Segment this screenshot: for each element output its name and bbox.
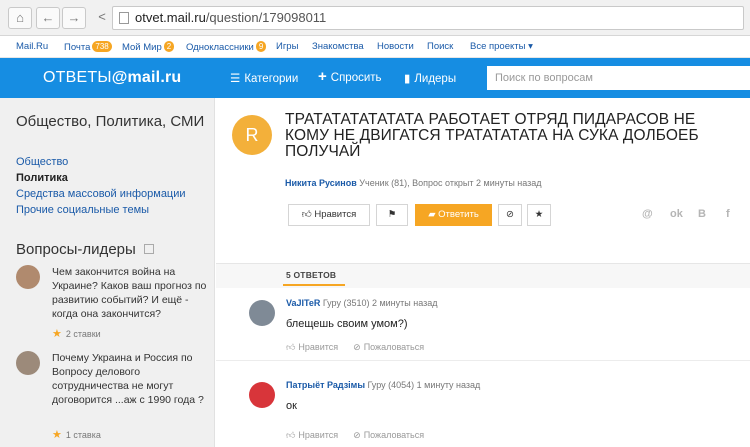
portal-bar: Mail.Ru Почта 738 Мой Мир 2 Одноклассники 9… xyxy=(0,36,750,58)
question-main: R ТРАТАТАТАТАТАТА РАБОТАЕТ ОТРЯД ПИДАРАС… xyxy=(216,98,750,447)
portal-item-all-projects[interactable]: Все проекты ▾ xyxy=(470,41,533,52)
divider xyxy=(216,360,750,361)
site-header: ОТВЕТЫ@mail.ru ☰ Категории + Спросить ▮ Лид… xyxy=(0,58,750,98)
site-logo[interactable]: ОТВЕТЫ@mail.ru xyxy=(43,69,181,87)
portal-item-mail[interactable]: Почта 738 xyxy=(64,41,112,53)
address-bar[interactable]: otvet.mail.ru/question/179098011 xyxy=(112,6,744,30)
star-icon: ★ xyxy=(534,209,544,220)
avatar[interactable] xyxy=(249,300,275,326)
sidebar-link-other-social[interactable]: Прочие социальные темы xyxy=(16,204,149,216)
question-author-avatar[interactable]: R xyxy=(232,115,272,155)
portal-item-news[interactable]: Новости xyxy=(377,41,414,52)
answer-complain-button[interactable]: ⊘ Пожаловаться xyxy=(353,430,424,440)
page-icon xyxy=(119,12,129,24)
sidebar-link-politics[interactable]: Политика xyxy=(16,172,68,184)
question-author-link[interactable]: Никита Русинов xyxy=(285,178,357,188)
leader-question-text[interactable]: Почему Украина и Россия по Вопросу делов… xyxy=(52,351,212,407)
category-title: Общество, Политика, СМИ xyxy=(16,113,205,130)
leader-question-1[interactable]: Чем закончится война на Украине? Каков в… xyxy=(16,265,211,345)
star-icon: ★ xyxy=(52,429,62,441)
avatar xyxy=(16,265,40,289)
url-path: /question/179098011 xyxy=(205,10,327,25)
back-icon[interactable]: ← xyxy=(36,7,60,29)
mail-badge: 738 xyxy=(92,41,112,52)
answer-actions: 👍︎ Нравится ⊘ Пожаловаться xyxy=(286,430,424,441)
answer-author-link[interactable]: Патрыёт Радзімы xyxy=(286,380,365,390)
leader-question-2[interactable]: Почему Украина и Россия по Вопросу делов… xyxy=(16,351,211,441)
answer-like-button[interactable]: 👍︎ Нравится xyxy=(286,342,338,352)
search-input[interactable]: Поиск по вопросам xyxy=(487,66,750,90)
forward-icon[interactable]: → xyxy=(62,7,86,29)
ok-badge: 9 xyxy=(255,41,267,52)
share-vk-icon[interactable]: В xyxy=(698,208,706,220)
portal-item-mailru[interactable]: Mail.Ru xyxy=(16,41,48,52)
share-ok-icon[interactable]: ok xyxy=(670,208,683,220)
complain-icon: ⊘ xyxy=(353,430,361,440)
share-icon[interactable]: < xyxy=(90,7,114,29)
answers-count[interactable]: 5 ОТВЕТОВ xyxy=(286,270,336,280)
leader-question-bets: ★ 2 ставки xyxy=(52,328,101,340)
answer-like-button[interactable]: 👍︎ Нравится xyxy=(286,430,338,440)
answer-author-link[interactable]: VaJITeR xyxy=(286,298,320,308)
thumb-up-icon: 👍︎ xyxy=(286,430,296,440)
sidebar-link-media[interactable]: Средства массовой информации xyxy=(16,188,186,200)
home-icon[interactable]: ⌂ xyxy=(8,7,32,29)
list-icon: ☰ xyxy=(230,73,241,85)
url-host: otvet.mail.ru xyxy=(135,10,206,25)
question-meta: Никита Русинов Ученик (81), Вопрос откры… xyxy=(285,178,542,188)
portal-item-search[interactable]: Поиск xyxy=(427,41,453,52)
answers-tab-underline xyxy=(283,284,345,286)
answer-item-2: Патрыёт Радзімы Гуру (4054) 1 минуту наз… xyxy=(216,376,750,446)
answer-meta: Патрыёт Радзімы Гуру (4054) 1 минуту наз… xyxy=(286,380,481,390)
share-facebook-icon[interactable]: f xyxy=(726,208,730,220)
plus-icon: + xyxy=(318,68,327,85)
avatar[interactable] xyxy=(249,382,275,408)
favorite-button[interactable]: ★ xyxy=(527,204,551,226)
answer-complain-button[interactable]: ⊘ Пожаловаться xyxy=(353,342,424,352)
sidebar-link-society[interactable]: Общество xyxy=(16,156,68,168)
thumb-up-icon: 👍︎ xyxy=(301,209,315,220)
avatar xyxy=(16,351,40,375)
sidebar: Общество, Политика, СМИ Общество Политик… xyxy=(0,98,215,447)
portal-item-my-world[interactable]: Мой Мир 2 xyxy=(122,41,175,53)
nav-categories[interactable]: ☰ Категории xyxy=(230,71,298,85)
answer-meta: VaJITeR Гуру (3510) 2 минуты назад xyxy=(286,298,438,308)
answer-text: блещешь своим умом?) xyxy=(286,318,408,330)
leader-question-text[interactable]: Чем закончится война на Украине? Каков в… xyxy=(52,265,212,321)
my-world-badge: 2 xyxy=(163,41,175,52)
thumb-up-icon: 👍︎ xyxy=(286,342,296,352)
flag-icon: ⚑ xyxy=(387,209,397,220)
block-button[interactable]: ⊘ xyxy=(498,204,522,226)
leader-question-bets: ★ 1 ставка xyxy=(52,429,101,441)
like-button[interactable]: 👍︎ Нравится xyxy=(288,204,370,226)
flag-button[interactable]: ⚑ xyxy=(376,204,408,226)
bar-chart-icon: ▮ xyxy=(404,73,411,85)
complain-icon: ⊘ xyxy=(353,342,361,352)
answer-item-1: VaJITeR Гуру (3510) 2 минуты назад блеще… xyxy=(216,294,750,364)
question-title: ТРАТАТАТАТАТАТА РАБОТАЕТ ОТРЯД ПИДАРАСОВ… xyxy=(285,111,699,160)
share-email-icon[interactable]: @ xyxy=(642,208,653,220)
nav-ask[interactable]: + Спросить xyxy=(318,68,382,85)
answer-text: ок xyxy=(286,400,297,412)
star-icon: ★ xyxy=(52,328,62,340)
comment-icon: ▰ xyxy=(428,209,439,220)
answer-actions: 👍︎ Нравится ⊘ Пожаловаться xyxy=(286,342,424,353)
leaders-title: Вопросы-лидеры xyxy=(16,241,154,258)
block-icon: ⊘ xyxy=(506,209,514,220)
checkbox-icon[interactable] xyxy=(143,244,154,254)
portal-item-odnoklassniki[interactable]: Одноклассники 9 xyxy=(186,41,267,53)
portal-item-dating[interactable]: Знакомства xyxy=(312,41,364,52)
browser-toolbar: ⌂ ← → < otvet.mail.ru/question/179098011 xyxy=(0,0,750,36)
portal-item-games[interactable]: Игры xyxy=(276,41,298,52)
answer-button[interactable]: ▰ Ответить xyxy=(415,204,492,226)
nav-leaders[interactable]: ▮ Лидеры xyxy=(404,71,456,85)
